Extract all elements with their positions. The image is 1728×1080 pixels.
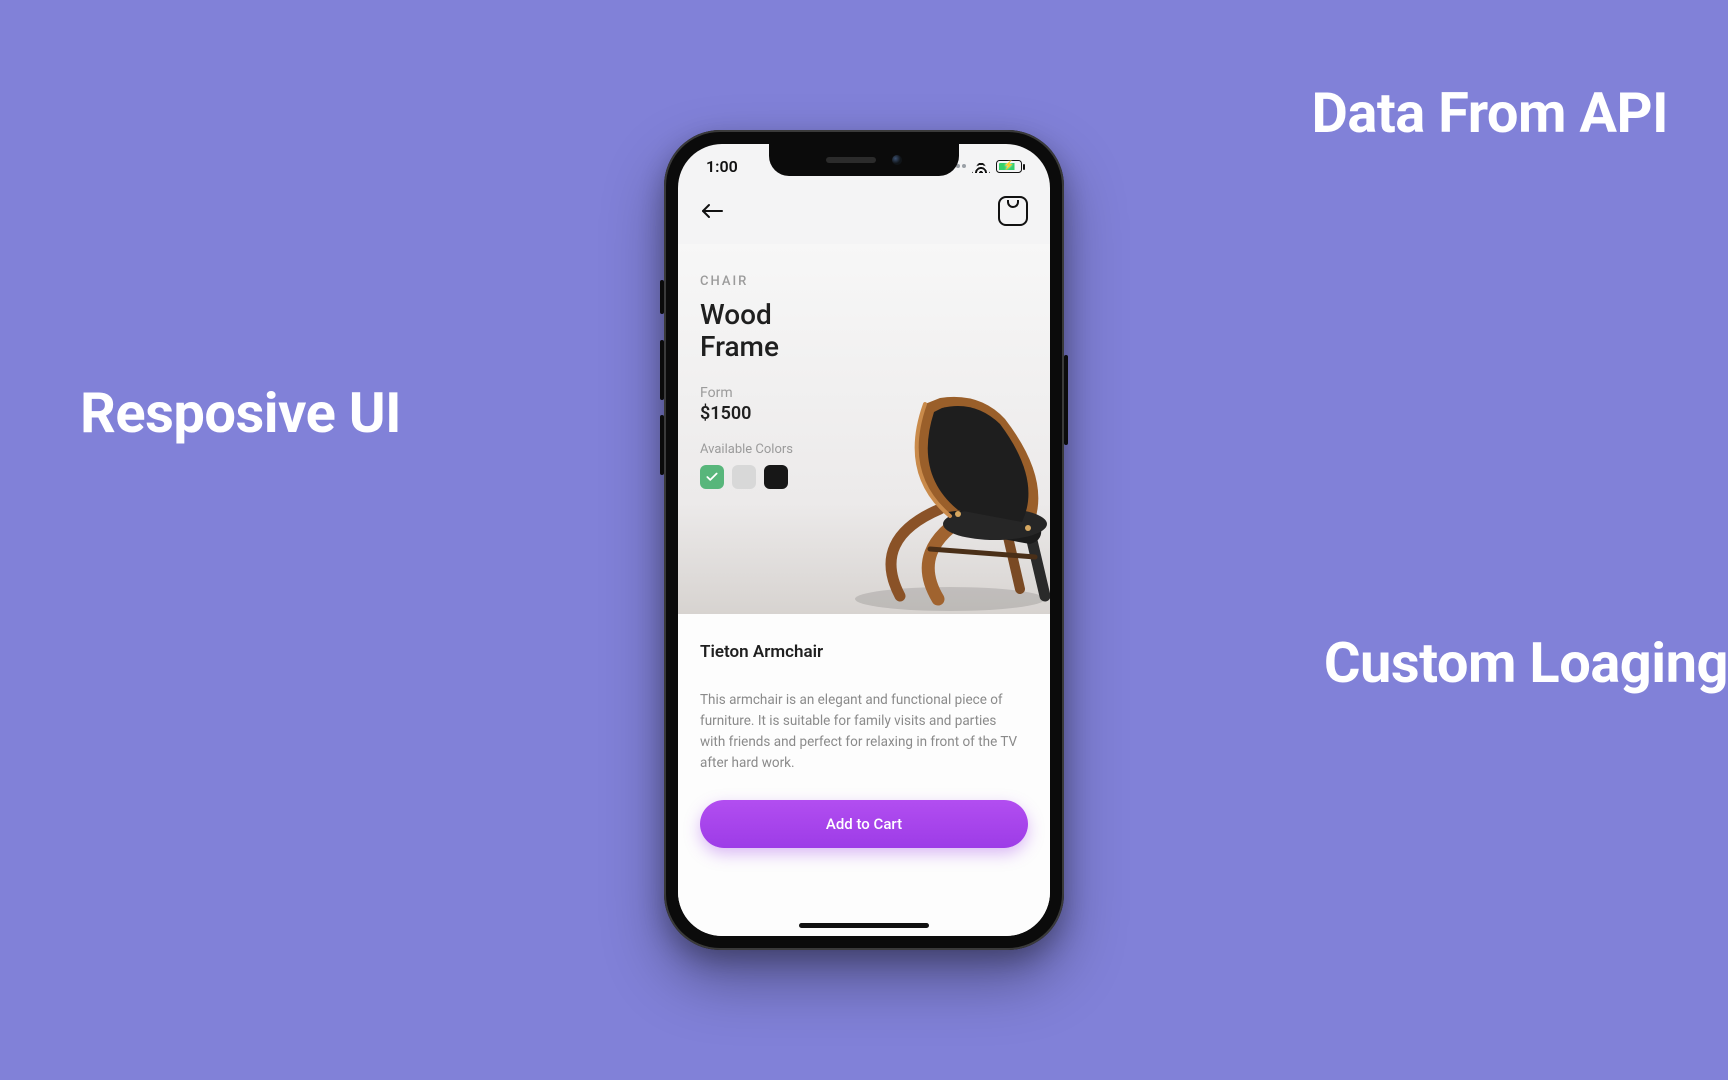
product-category: CHAIR: [700, 274, 1028, 289]
annotation-custom-loading: Custom Loaging: [1324, 630, 1728, 696]
phone-screen: 1:00 ⚡: [678, 144, 1050, 936]
wifi-icon: [972, 159, 990, 173]
product-name: Wood Frame: [700, 299, 860, 363]
product-name-line2: Frame: [700, 330, 779, 363]
product-name-line1: Wood: [700, 298, 772, 331]
phone-frame: 1:00 ⚡: [664, 130, 1064, 950]
color-swatch-grey[interactable]: [732, 465, 756, 489]
phone-side-button-mute: [660, 280, 664, 314]
phone-side-button-vol-down: [660, 415, 664, 475]
product-detail-section: Tieton Armchair This armchair is an eleg…: [678, 614, 1050, 936]
shopping-bag-icon: [1007, 200, 1019, 208]
back-button[interactable]: [700, 198, 726, 224]
phone-notch: [769, 144, 959, 176]
color-swatch-black[interactable]: [764, 465, 788, 489]
phone-front-camera: [892, 155, 902, 165]
phone-side-button-vol-up: [660, 340, 664, 400]
battery-charging-icon: ⚡: [1003, 161, 1014, 171]
product-detail-description: This armchair is an elegant and function…: [700, 690, 1020, 774]
product-image: [830, 364, 1050, 614]
check-icon: [705, 470, 719, 484]
annotation-responsive-ui: Resposive UI: [80, 380, 401, 446]
status-time: 1:00: [706, 157, 738, 176]
product-hero: CHAIR Wood Frame Form $1500 Available Co…: [678, 244, 1050, 614]
phone-side-button-power: [1064, 355, 1068, 445]
product-detail-title: Tieton Armchair: [700, 642, 1028, 662]
annotation-data-from-api: Data From API: [1311, 80, 1668, 146]
add-to-cart-button[interactable]: Add to Cart: [700, 800, 1028, 848]
battery-icon: ⚡: [996, 160, 1022, 173]
shopping-bag-button[interactable]: [998, 196, 1028, 226]
color-swatch-green[interactable]: [700, 465, 724, 489]
home-indicator[interactable]: [799, 923, 929, 928]
phone-speaker: [826, 157, 876, 163]
